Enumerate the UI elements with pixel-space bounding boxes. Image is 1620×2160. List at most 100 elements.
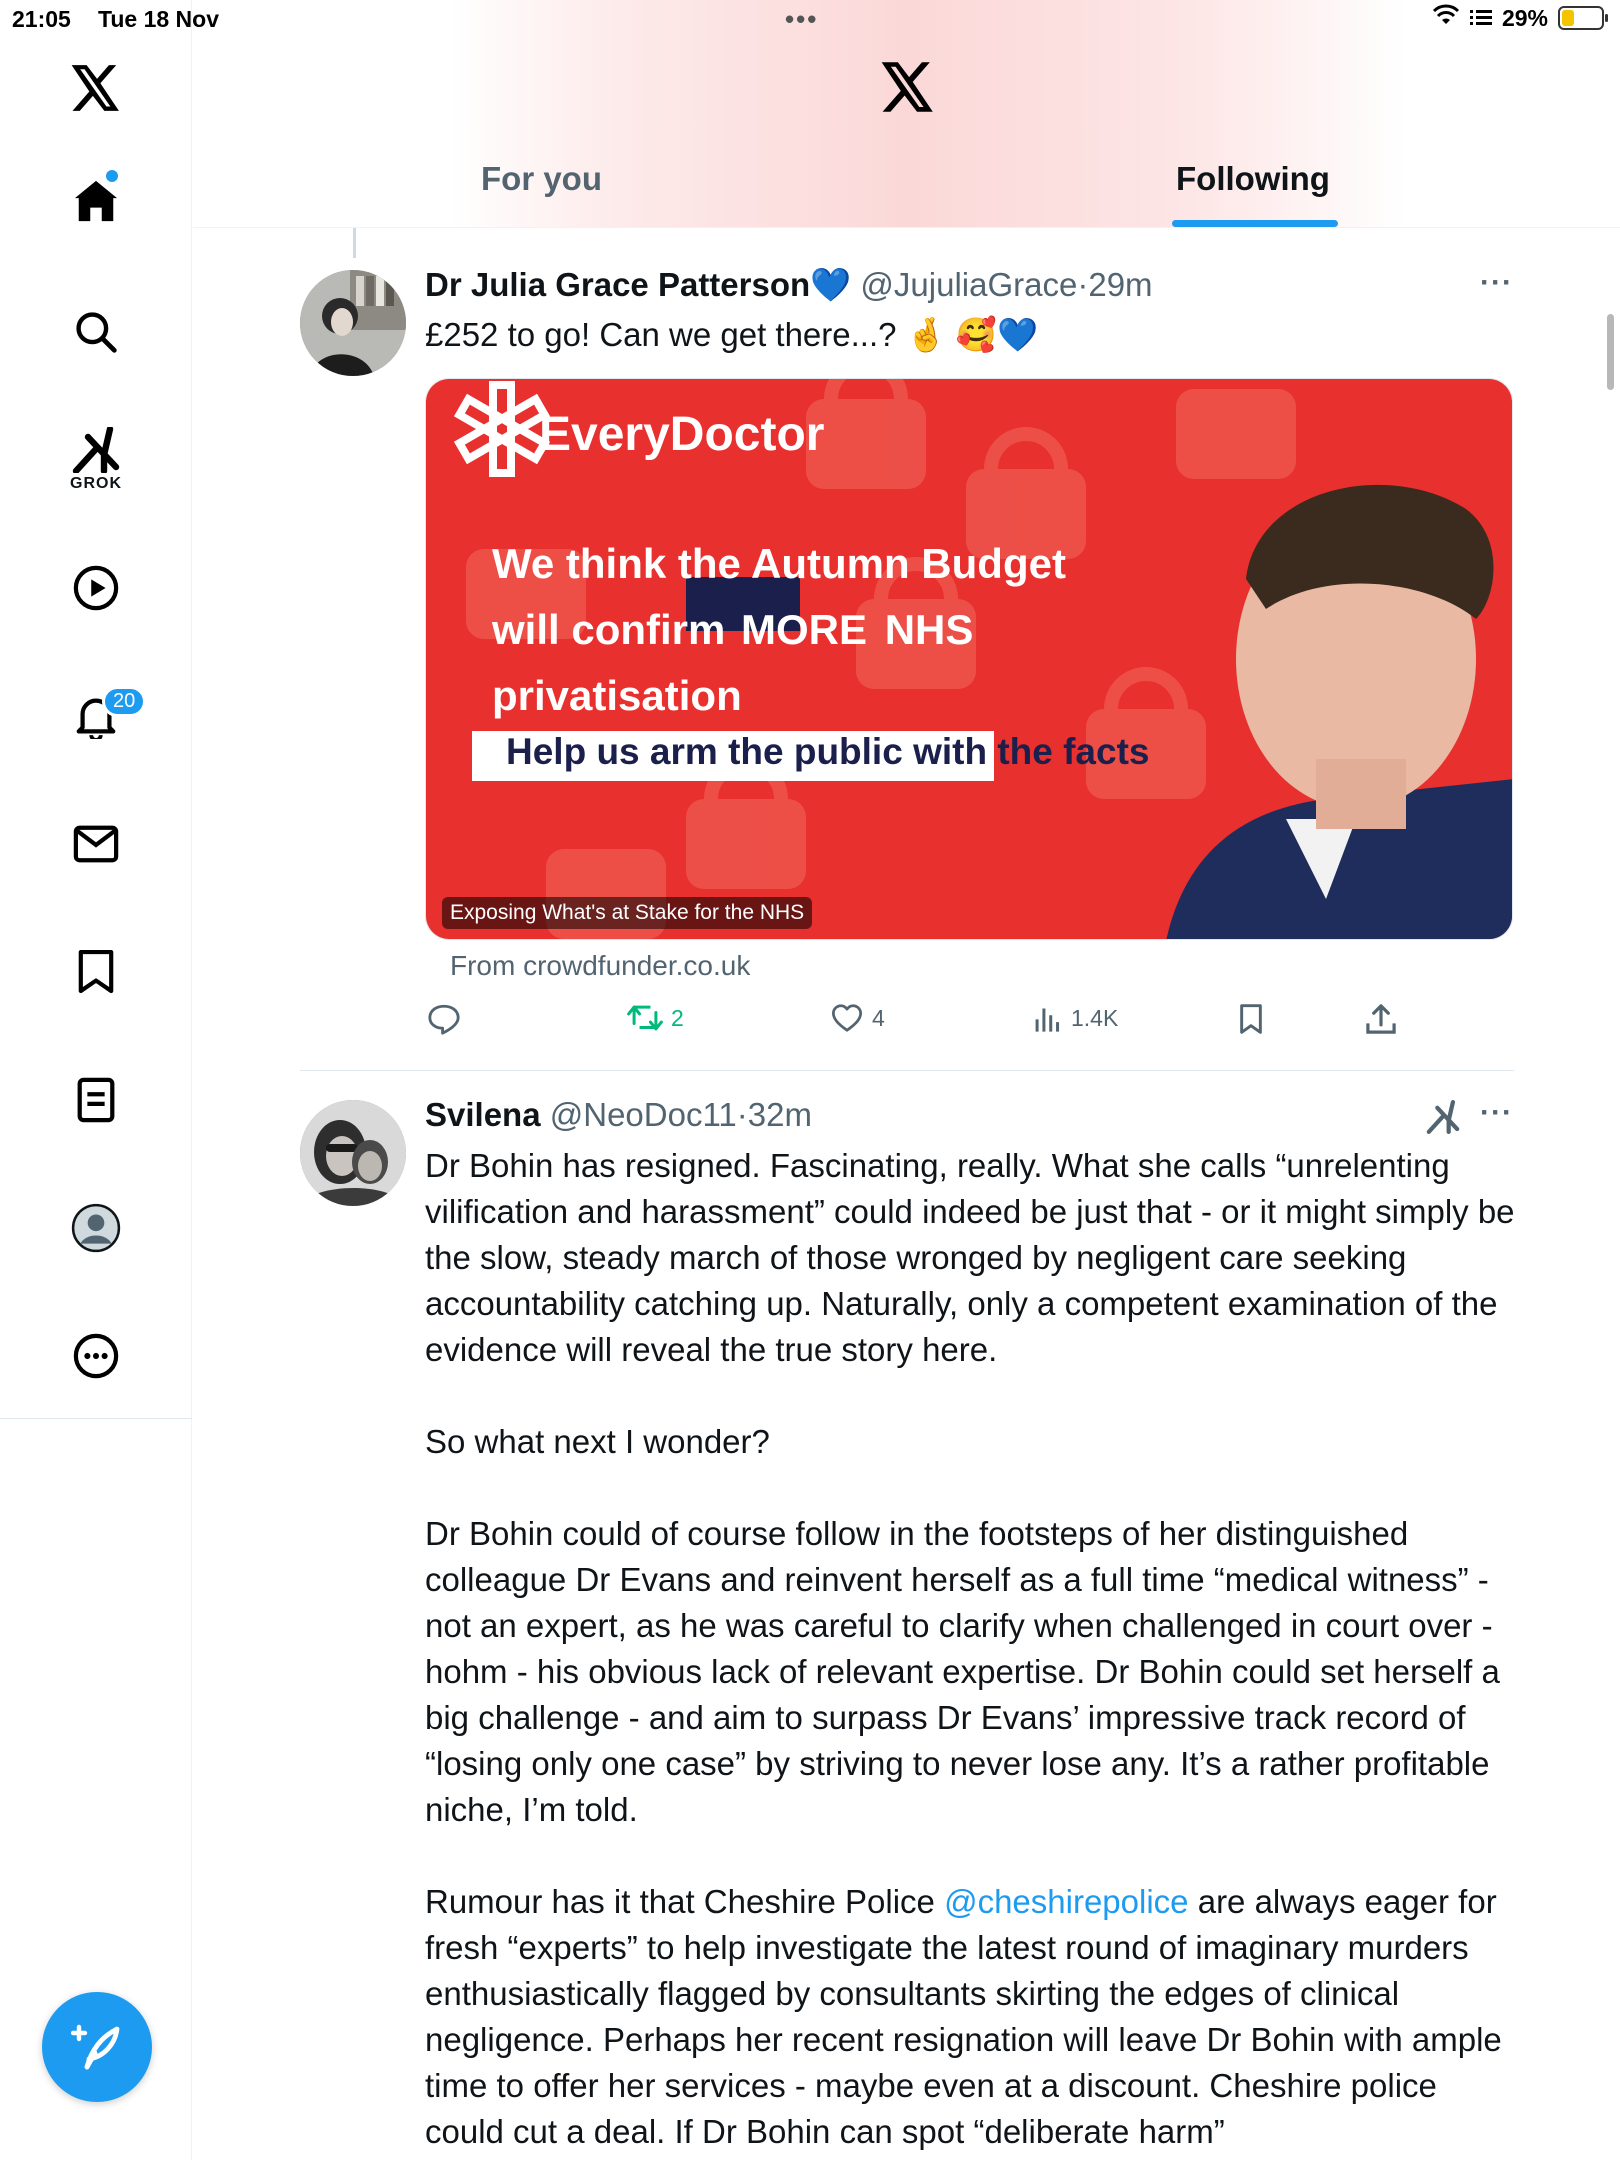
sidebar-item-profile[interactable] [46,1188,146,1268]
card-brand: EveryDoctor [539,408,825,461]
sidebar-item-explore[interactable] [46,292,146,372]
sidebar-item-video[interactable] [46,548,146,628]
card-headline-line2: will confirm MORE NHS [492,597,1066,663]
card-source[interactable]: From crowdfunder.co.uk [450,950,750,982]
meta-separator: · [1077,266,1089,303]
author-heart-emoji: 💙 [810,266,852,303]
tweet-author-line: Svilena @NeoDoc11·32m [425,1096,812,1134]
sidebar: GROK 20 [0,0,192,2160]
status-right: 29% [1432,4,1608,32]
tweet-paragraph: Rumour has it that Cheshire Police @ches… [425,1879,1515,2155]
card-caption: Exposing What's at Stake for the NHS [442,897,813,929]
play-icon [73,565,119,611]
mention-link[interactable]: @cheshirepolice [944,1883,1188,1920]
paragraph-text: Rumour has it that Cheshire Police [425,1883,945,1920]
multitask-dots-icon[interactable]: ••• [785,4,818,35]
avatar[interactable] [300,1100,406,1206]
status-bar: 21:05 Tue 18 Nov ••• 29% [0,0,1620,40]
sidebar-item-more[interactable] [46,1316,146,1396]
avatar-icon [71,1203,121,1253]
card-headline-2b: MORE [741,606,868,653]
x-logo-header[interactable] [881,62,935,117]
heart-icon [832,1004,862,1032]
tweet-text: £252 to go! Can we get there...? 🤞 🥰💙 [425,316,1039,353]
tweet-author-line: Dr Julia Grace Patterson💙 @JujuliaGrace·… [425,266,1153,305]
share-button[interactable] [1365,1003,1397,1035]
active-tab-indicator [1172,220,1338,227]
sidebar-item-lists[interactable] [46,1060,146,1140]
x-logo-icon [881,62,933,112]
sidebar-x-logo[interactable] [46,48,146,128]
compose-icon [71,2024,120,2070]
wifi-icon [1432,4,1460,32]
sidebar-item-grok[interactable]: GROK [46,420,146,500]
tweet-divider [300,1070,1514,1071]
card-headline-2a: will confirm [492,606,726,653]
sidebar-item-messages[interactable] [46,804,146,884]
link-card-image[interactable]: EveryDoctor We think the Autumn Budget w… [425,378,1513,940]
repost-count: 2 [671,1004,684,1031]
views-icon [1035,1008,1060,1032]
share-icon [1366,1004,1396,1034]
bookmark-button[interactable] [1237,1003,1265,1035]
grok-icon [72,427,120,473]
sidebar-divider [0,1418,192,1419]
tweet-actions: 2 4 1.4K [425,1003,1425,1043]
grok-explain-icon[interactable] [1426,1100,1460,1139]
notification-badge: 20 [102,686,147,717]
paragraph-text: are always eager for fresh “experts” to … [425,1883,1502,2150]
avatar[interactable] [300,270,406,376]
author-handle[interactable]: @JujuliaGrace [860,266,1077,303]
search-icon [76,312,117,353]
compose-button[interactable] [42,1992,152,2102]
grok-label: GROK [70,475,122,492]
like-button[interactable]: 4 [830,1003,885,1033]
tab-following[interactable]: Following [1176,160,1330,198]
sidebar-item-bookmarks[interactable] [46,932,146,1012]
author-name[interactable]: Dr Julia Grace Patterson [425,266,810,303]
tab-for-you[interactable]: For you [481,160,602,198]
like-count: 4 [872,1004,885,1031]
more-icon [73,1333,119,1379]
tweet-more-icon[interactable]: ··· [1480,1096,1513,1130]
views-button[interactable]: 1.4K [1033,1003,1118,1033]
card-headline-2c: NHS [884,606,974,653]
sidebar-item-notifications[interactable]: 20 [46,676,147,756]
view-count: 1.4K [1071,1004,1119,1031]
reply-button[interactable] [427,1003,469,1035]
sidebar-item-home[interactable] [46,160,146,240]
screen-mirror-icon [1469,5,1492,32]
thread-connector [353,228,356,258]
tweet-paragraph: Dr Bohin could of course follow in the f… [425,1515,1500,1828]
avatar-photo-icon [300,1100,406,1206]
tweet-text: Dr Bohin has resigned. Fascinating, real… [425,1143,1515,2155]
tweet-paragraph: Dr Bohin has resigned. Fascinating, real… [425,1147,1515,1368]
reply-icon [428,1004,460,1035]
mail-icon [73,825,119,863]
card-headline-line3: privatisation [492,672,742,719]
author-handle[interactable]: @NeoDoc11 [550,1096,737,1133]
battery-icon [1558,6,1608,30]
x-logo-icon [71,65,119,111]
home-icon [74,180,118,222]
status-date: Tue 18 Nov [98,6,219,32]
list-icon [77,1077,115,1123]
bookmark-icon [78,949,114,994]
home-unread-dot [106,170,118,182]
battery-percent: 29% [1501,4,1548,31]
avatar-photo-icon [300,270,406,376]
repost-icon [627,1005,663,1031]
tweet-paragraph: So what next I wonder? [425,1423,770,1460]
scrollbar[interactable] [1607,314,1614,390]
tweet-time[interactable]: 32m [748,1096,812,1133]
card-headline: We think the Autumn Budget will confirm … [492,531,1066,729]
tweet-time[interactable]: 29m [1088,266,1152,303]
author-name[interactable]: Svilena [425,1096,541,1133]
repost-button[interactable]: 2 [627,1003,684,1033]
bookmark-icon [1240,1004,1262,1034]
card-banner: Help us arm the public with the facts [506,731,1150,772]
card-headline-line1: We think the Autumn Budget [492,540,1066,587]
tweet-more-icon[interactable]: ··· [1480,266,1513,300]
meta-separator: · [736,1096,748,1133]
status-time: 21:05 [12,6,71,32]
